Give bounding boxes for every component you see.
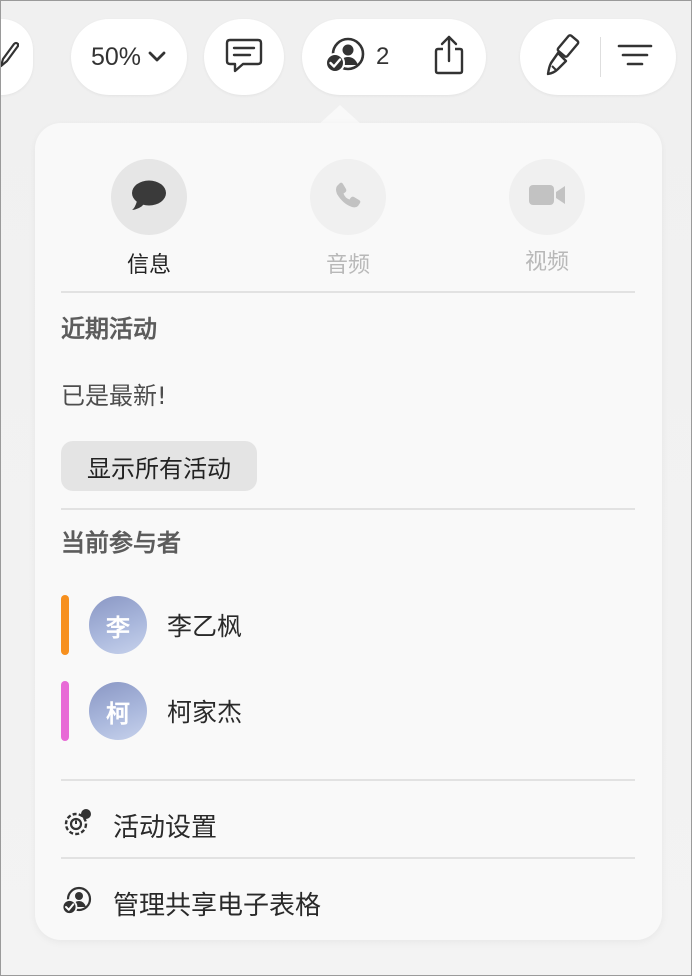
chevron-down-icon (147, 50, 167, 64)
zoom-menu-button[interactable]: 50% (71, 19, 187, 95)
audio-button[interactable]: 音频 (288, 159, 408, 279)
recent-activity-title: 近期活动 (61, 315, 157, 343)
avatar: 柯 (89, 682, 147, 740)
collaboration-icon (324, 35, 366, 79)
organize-button[interactable] (617, 40, 653, 74)
collaboration-button[interactable]: 2 (324, 35, 389, 79)
participant-color-bar (61, 681, 69, 741)
recent-activity-status: 已是最新! (61, 382, 167, 410)
participants-title: 当前参与者 (61, 529, 181, 557)
section-divider (61, 857, 635, 859)
participant-row[interactable]: 柯 柯家杰 (61, 679, 242, 743)
audio-label: 音频 (325, 253, 370, 278)
annotate-button[interactable] (1, 19, 33, 95)
format-button[interactable] (542, 33, 582, 81)
manage-sharing-label: 管理共享电子表格 (113, 890, 322, 921)
video-button[interactable]: 视频 (487, 159, 607, 276)
app-window: 50% 2 信息 音频 视频 近期活动 已是最新! 显示所有活动 当前参与者 李… (0, 0, 692, 976)
zoom-value: 50% (90, 42, 142, 71)
video-label: 视频 (524, 250, 569, 275)
collaboration-popover: 信息 音频 视频 近期活动 已是最新! 显示所有活动 当前参与者 李 李乙枫 柯… (35, 123, 662, 940)
message-icon-circle (111, 159, 187, 235)
video-icon-circle (509, 159, 585, 235)
share-button[interactable] (431, 34, 467, 80)
paintbrush-icon (542, 33, 582, 81)
share-icon (431, 34, 467, 80)
participant-row[interactable]: 李 李乙枫 (61, 593, 242, 657)
message-label: 信息 (126, 253, 171, 278)
message-button[interactable]: 信息 (89, 159, 209, 279)
activity-settings-label: 活动设置 (113, 812, 218, 843)
filter-lines-icon (617, 40, 653, 74)
message-bubble-icon (130, 179, 168, 215)
section-divider (61, 291, 635, 293)
comment-icon (223, 35, 265, 79)
collaboration-pill: 2 (302, 19, 486, 95)
participant-name: 柯家杰 (167, 698, 243, 727)
collaborator-count: 2 (376, 43, 390, 70)
popover-arrow (318, 105, 362, 125)
activity-settings-button[interactable]: 活动设置 (61, 803, 217, 847)
participant-color-bar (61, 595, 69, 655)
section-divider (61, 508, 635, 510)
collaboration-icon (61, 885, 93, 921)
toolbar-divider (600, 37, 601, 77)
pencil-icon (1, 40, 20, 74)
participant-name: 李乙枫 (167, 612, 243, 641)
manage-sharing-button[interactable]: 管理共享电子表格 (61, 881, 321, 925)
activity-settings-icon (61, 807, 93, 843)
video-camera-icon (527, 181, 567, 213)
audio-icon-circle (310, 159, 386, 235)
avatar: 李 (89, 596, 147, 654)
section-divider (61, 779, 635, 781)
comment-button[interactable] (204, 19, 284, 95)
show-all-activity-button[interactable]: 显示所有活动 (61, 441, 257, 491)
format-pill (520, 19, 676, 95)
phone-icon (333, 180, 363, 214)
